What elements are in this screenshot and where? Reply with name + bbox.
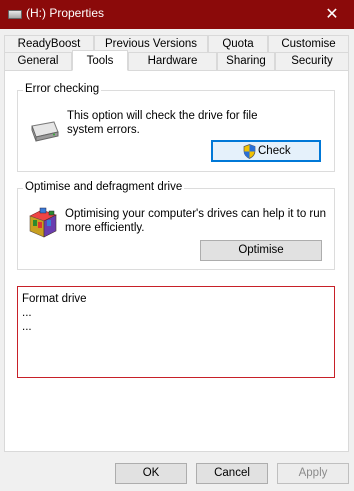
cancel-button[interactable]: Cancel <box>196 463 268 484</box>
optimise-group: Optimise and defragment drive Optimising… <box>17 181 335 270</box>
tab-quota[interactable]: Quota <box>208 35 268 52</box>
optimise-description-line2: more efficiently. <box>65 222 145 234</box>
error-checking-group: Error checking This option will check th… <box>17 83 335 172</box>
hard-drive-icon <box>31 121 59 142</box>
defrag-icon <box>29 207 57 238</box>
tab-hardware[interactable]: Hardware <box>128 52 217 71</box>
error-checking-legend: Error checking <box>23 83 102 95</box>
format-drive-line2: ... <box>22 321 32 333</box>
tab-customise[interactable]: Customise <box>268 35 349 52</box>
tab-tools[interactable]: Tools <box>72 50 128 71</box>
optimise-legend: Optimise and defragment drive <box>23 181 185 193</box>
format-drive-title: Format drive <box>22 293 87 305</box>
check-button-label: Check <box>258 145 291 157</box>
tools-panel: Error checking This option will check th… <box>4 70 349 452</box>
optimise-description-line1: Optimising your computer's drives can he… <box>65 208 327 220</box>
format-drive-box: Format drive ... ... <box>17 286 335 378</box>
error-checking-description-line1: This option will check the drive for fil… <box>67 110 258 122</box>
tab-general[interactable]: General <box>4 52 72 71</box>
close-button[interactable]: ✕ <box>310 0 354 29</box>
tab-sharing[interactable]: Sharing <box>217 52 275 71</box>
window-title: (H:) Properties <box>26 6 105 20</box>
uac-shield-icon <box>243 144 256 159</box>
optimise-button[interactable]: Optimise <box>200 240 322 261</box>
ok-button[interactable]: OK <box>115 463 187 484</box>
drive-icon <box>8 10 22 19</box>
title-bar: (H:) Properties ✕ <box>0 0 354 29</box>
error-checking-description-line2: system errors. <box>67 124 140 136</box>
format-drive-line1: ... <box>22 307 32 319</box>
check-button[interactable]: Check <box>211 140 321 162</box>
tab-security[interactable]: Security <box>275 52 349 71</box>
apply-button[interactable]: Apply <box>277 463 349 484</box>
